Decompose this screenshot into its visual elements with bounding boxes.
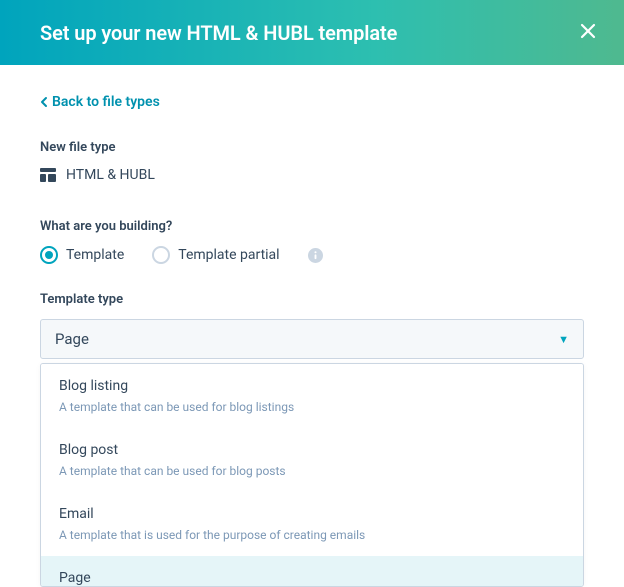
file-type-value: HTML & HUBL	[66, 167, 155, 183]
radio-label: Template	[66, 247, 124, 263]
dropdown-item-blog-listing[interactable]: Blog listing A template that can be used…	[41, 364, 583, 428]
dropdown-item-email[interactable]: Email A template that is used for the pu…	[41, 492, 583, 556]
building-label: What are you building?	[40, 219, 584, 234]
radio-template[interactable]: Template	[40, 246, 124, 264]
chevron-left-icon	[40, 96, 48, 108]
back-link-label: Back to file types	[52, 94, 160, 110]
template-type-select[interactable]: Page ▼	[40, 319, 584, 359]
dropdown-item-page[interactable]: Page	[41, 556, 583, 587]
dropdown-item-description: A template that can be used for blog pos…	[59, 464, 565, 478]
template-type-dropdown[interactable]: Blog listing A template that can be used…	[40, 363, 584, 587]
back-link[interactable]: Back to file types	[40, 94, 160, 110]
close-icon	[579, 22, 597, 44]
dropdown-item-label: Page	[59, 570, 565, 586]
select-value: Page	[55, 330, 89, 348]
dropdown-item-label: Email	[59, 506, 565, 522]
modal-header: Set up your new HTML & HUBL template	[0, 0, 624, 65]
radio-icon	[40, 246, 58, 264]
dropdown-item-blog-post[interactable]: Blog post A template that can be used fo…	[41, 428, 583, 492]
building-radio-group: Template Template partial	[40, 246, 584, 264]
dropdown-item-label: Blog listing	[59, 378, 565, 394]
modal-title: Set up your new HTML & HUBL template	[40, 21, 397, 45]
file-type-label: New file type	[40, 140, 584, 155]
dropdown-item-description: A template that can be used for blog lis…	[59, 400, 565, 414]
radio-label: Template partial	[178, 247, 279, 263]
file-type-value-row: HTML & HUBL	[40, 167, 584, 183]
dropdown-item-label: Blog post	[59, 442, 565, 458]
close-button[interactable]	[574, 19, 602, 47]
modal-body: Back to file types New file type HTML & …	[0, 65, 624, 587]
template-type-label: Template type	[40, 292, 584, 307]
info-icon[interactable]	[308, 247, 324, 263]
dropdown-item-description: A template that is used for the purpose …	[59, 528, 565, 542]
radio-template-partial[interactable]: Template partial	[152, 246, 279, 264]
layout-icon	[40, 167, 56, 183]
caret-down-icon: ▼	[558, 333, 569, 346]
radio-icon	[152, 246, 170, 264]
